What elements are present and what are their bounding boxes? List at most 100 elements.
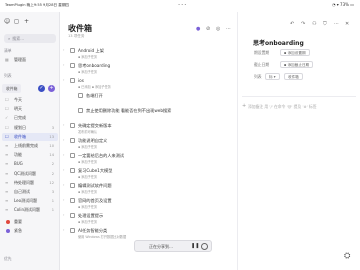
sidebar-item-count: 3 [51,190,54,194]
chevron-right-icon[interactable]: › [63,168,64,172]
status-indicators: ◔ ▾ 73% ▭ [332,2,354,7]
sidebar-item[interactable]: ≡ 待处理问题 12 [2,179,58,187]
close-icon[interactable]: ✕ [345,21,349,27]
section-header-list[interactable]: 列表 [4,73,12,79]
chevron-right-icon[interactable]: › [63,213,64,217]
redo-icon[interactable]: ↷ [301,21,305,27]
task-meta: ▪ 添加子任务 [78,190,98,194]
layout-icon[interactable]: ◻ [14,18,19,26]
sidebar-item[interactable]: ≡ 功能 14 [2,151,58,159]
search-placeholder: 搜索... [12,36,25,41]
sidebar-item[interactable]: ☐ 今天 [2,96,58,104]
check-badge-icon[interactable]: ✓ [38,85,45,92]
sidebar-item[interactable]: ≡ QC测试问题 2 [2,170,58,178]
sidebar-item-label: 今天 [14,97,22,102]
chevron-right-icon[interactable]: › [63,63,64,67]
task-meta: ▪ 添加子任务 [78,55,98,59]
task-checkbox[interactable] [70,152,75,158]
add-icon[interactable]: + [242,103,246,109]
sidebar-item[interactable]: ✓ 已完成 [2,114,58,122]
sidebar-item-label: QC测试问题 [14,170,36,176]
chevron-right-icon[interactable]: › [63,228,64,232]
list-icon: ☐ [5,124,9,130]
chevron-right-icon[interactable]: › [63,153,64,157]
chevron-right-icon[interactable]: › [63,48,64,52]
sidebar-item[interactable]: ☐ 收件箱 13 [2,132,58,141]
chevron-right-icon[interactable]: › [63,198,64,202]
task-checkbox[interactable] [78,92,83,98]
task-meta: ▪ 添加子任务 [78,160,98,164]
task-checkbox[interactable] [70,227,75,233]
add-icon[interactable]: + [24,18,29,26]
task-checkbox[interactable] [70,197,75,203]
list-icon: ≡ [5,179,9,185]
share-icon[interactable]: ⚇ [312,21,316,27]
add-badge-icon[interactable]: + [48,85,55,92]
sidebar-item[interactable]: ☐ 规划日 3 [2,124,58,132]
section-header-lists[interactable]: 清单 [4,48,12,54]
sidebar-item[interactable]: ☐ 明天 [2,105,58,113]
task-meta: 发布前可确认 [78,130,98,134]
task-checkbox[interactable] [70,212,75,218]
sidebar-item-overview[interactable]: ▦ 管理面 [2,56,58,64]
sidebar-item-count: 14 [49,153,54,158]
task-checkbox[interactable] [70,167,75,173]
task-checkbox[interactable] [70,122,75,128]
note-input[interactable]: 添加备注 用 '/' 在命令 '@' 提及 '#' 标签 [248,104,317,110]
hide-icon[interactable]: ⊘ [206,26,210,32]
sidebar-tag-label: 重要 [14,218,22,224]
more-icon[interactable]: ⋯ [226,26,231,32]
search-input[interactable]: ⌕ 搜索... [4,34,56,43]
list-icon: ☐ [5,106,9,112]
view-icon[interactable]: ◎ [216,26,220,32]
sidebar-item[interactable]: ≡ Colin测试问题 1 [2,206,58,214]
sidebar-item[interactable]: ≡ Leo测试问题 1 [2,197,58,205]
detail-toolbar: ↶ ↷ ⚇ ⛉ ⋯ ✕ [290,21,356,29]
focus-icon[interactable]: ● [196,26,200,32]
list-select[interactable]: 收件箱 [284,73,303,80]
sidebar-item[interactable]: ≡ BUG 2 [2,160,58,168]
settings-icon[interactable]: ⛭ [344,251,354,261]
pause-icon[interactable]: ❚❚ [191,243,199,249]
more-icon[interactable]: ⋯ [334,21,339,27]
sidebar-item[interactable]: ≡ 上线前需完成 10 [2,142,58,150]
list-icon: ≡ [5,170,9,176]
chevron-right-icon[interactable]: › [63,138,64,142]
sidebar-item[interactable]: ≡ 自己测试 3 [2,188,58,196]
sidebar-tag[interactable]: 紧急 [2,227,58,235]
priority-select[interactable]: 标 ▾ [265,73,280,80]
task-checkbox[interactable] [70,62,75,68]
chevron-right-icon[interactable]: › [63,183,64,187]
sidebar-tag-label: 紧急 [14,227,22,233]
sidebar-item-label: 自己测试 [14,189,30,194]
task-checkbox[interactable] [70,77,75,83]
task-title[interactable]: ios [78,78,84,83]
detail-title[interactable]: 思考onboarding [253,38,304,47]
task-title[interactable]: 各端打开 [86,93,103,99]
task-checkbox[interactable] [70,137,75,143]
shortcut-inbox-tag[interactable]: 收件箱 [2,84,22,93]
task-title[interactable]: 禁止使用删除功能 看能否在到不出现web搜索 [86,108,171,114]
sidebar-item-label: Colin测试问题 [14,207,40,213]
section-header-tags[interactable]: 优先 [4,256,12,262]
task-checkbox[interactable] [78,107,83,113]
list-label: 列表 [254,74,262,79]
chevron-right-icon[interactable]: › [63,123,64,127]
stop-button[interactable] [201,243,208,250]
task-meta: ▪ 已添加 ▪ 添加子任务 [78,85,111,89]
sidebar-item-count: 1 [51,199,54,204]
start-date-field[interactable]: ▪ 添加设置期 [280,49,310,56]
sidebar-item-label: BUG [14,161,23,167]
user-icon[interactable]: ☺ [4,18,10,26]
task-meta: 使用 Windows 打开数据比对数据 [78,235,127,239]
undo-icon[interactable]: ↶ [290,21,294,27]
tag-dot-icon [6,219,10,224]
delete-icon[interactable]: ⛉ [323,21,327,27]
due-date-field[interactable]: ▪ 添加截止日期 [280,61,314,68]
task-checkbox[interactable] [70,47,75,53]
task-checkbox[interactable] [70,182,75,188]
chevron-right-icon[interactable]: › [63,78,64,82]
sidebar-tag[interactable]: 重要 [2,218,58,226]
task-meta: ▪ 添加子任务 [78,70,98,74]
due-date-label: 截止日期 [254,62,270,67]
